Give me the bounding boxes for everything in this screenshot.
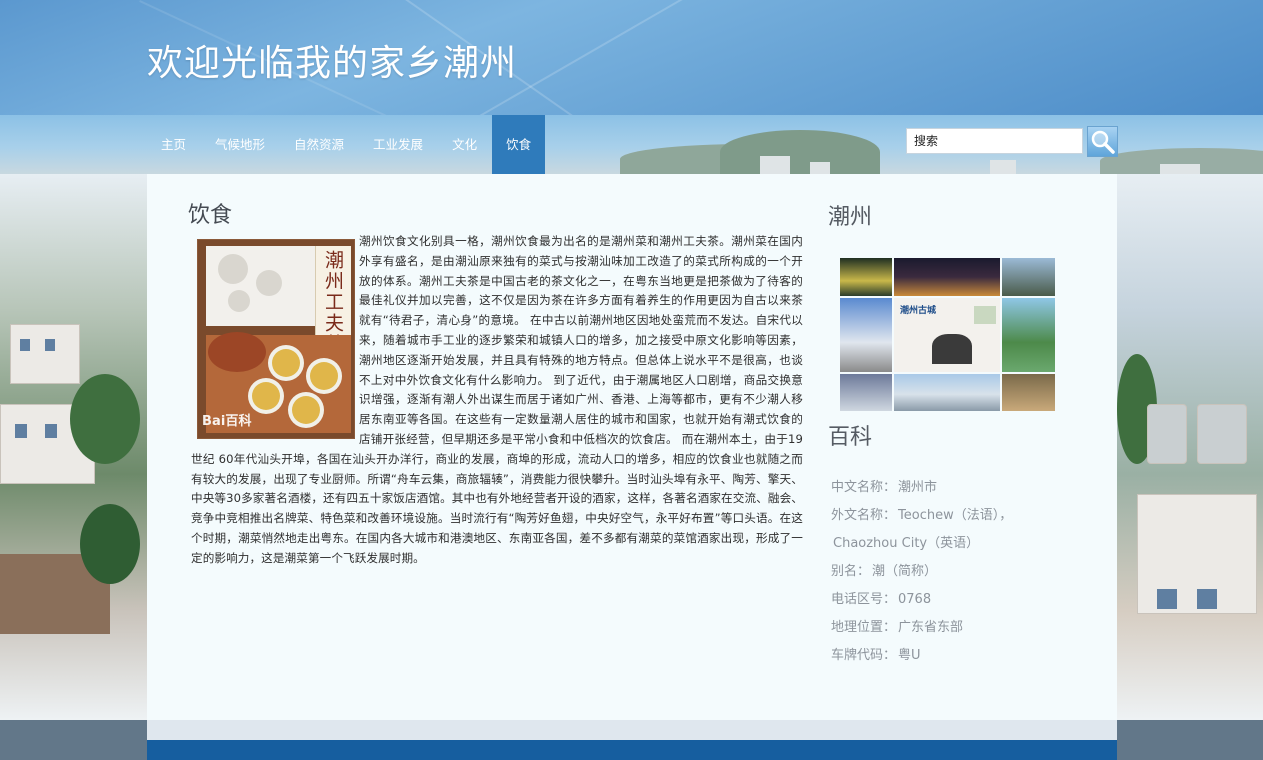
info-row-area-code: 电话区号： 0768 xyxy=(831,586,1061,614)
info-value: Chaozhou City（英语） xyxy=(833,536,980,551)
info-key: 外文名称： xyxy=(831,508,897,523)
nav-bar: 主页 气候地形 自然资源 工业发展 文化 饮食 xyxy=(0,115,1263,174)
collage-tile xyxy=(894,374,1000,411)
collage-caption: 潮州古城 xyxy=(900,306,937,316)
bg-window xyxy=(20,339,30,351)
info-row-foreign-name-cont: Chaozhou City（英语） xyxy=(831,530,1061,558)
collage-tile xyxy=(1002,298,1055,372)
site-header: 欢迎光临我的家乡潮州 xyxy=(0,0,1263,115)
nav-item-food[interactable]: 饮食 xyxy=(492,115,546,174)
bg-window xyxy=(1197,589,1217,609)
bg-building xyxy=(10,324,80,384)
info-key: 地理位置： xyxy=(831,620,897,635)
info-row-foreign-name: 外文名称： Teochew（法语）， xyxy=(831,502,1061,530)
tea-image-flower xyxy=(228,290,250,312)
tea-image: 潮州工夫茶 Bai百科 xyxy=(197,239,355,439)
baike-watermark: Bai百科 xyxy=(202,414,252,429)
search-input[interactable] xyxy=(906,128,1083,154)
nav-bg-building xyxy=(1160,164,1200,174)
collage-tile-title: 潮州古城 xyxy=(894,298,1000,372)
pagoda-shape xyxy=(932,334,972,364)
bg-tank xyxy=(1147,404,1187,464)
info-row-location: 地理位置： 广东省东部 xyxy=(831,614,1061,642)
nav-item-culture[interactable]: 文化 xyxy=(438,115,491,174)
main-nav: 主页 气候地形 自然资源 工业发展 文化 饮食 xyxy=(147,115,546,174)
bg-tank xyxy=(1197,404,1247,464)
nav-bg-building xyxy=(990,160,1016,174)
collage-inset xyxy=(974,306,996,324)
info-value: 广东省东部 xyxy=(898,620,964,635)
collage-tile xyxy=(840,258,892,296)
info-key: 中文名称： xyxy=(831,480,897,495)
nav-item-resources[interactable]: 自然资源 xyxy=(280,115,358,174)
info-row-chinese-name: 中文名称： 潮州市 xyxy=(831,474,1061,502)
bg-tree xyxy=(80,504,140,584)
article-heading: 饮食 xyxy=(188,203,233,228)
site-title: 欢迎光临我的家乡潮州 xyxy=(147,43,518,84)
info-value: 粤U xyxy=(898,648,921,663)
info-key: 电话区号： xyxy=(831,592,897,607)
teacup-icon xyxy=(268,345,304,381)
city-heading: 潮州 xyxy=(828,205,873,230)
nav-item-home[interactable]: 主页 xyxy=(147,115,200,174)
info-key: 车牌代码： xyxy=(831,648,897,663)
teacup-icon xyxy=(288,392,324,428)
article-body: 潮州工夫茶 Bai百科 潮州饮食文化别具一格，潮州饮食最为出名的是潮州菜和潮州工… xyxy=(191,232,803,569)
bg-window xyxy=(45,339,55,351)
tea-image-flower xyxy=(256,270,282,296)
bg-window xyxy=(45,424,57,438)
collage-tile xyxy=(840,374,892,411)
chaozhou-collage-image: 潮州古城 xyxy=(840,258,1055,411)
info-key: 别名： xyxy=(831,564,871,579)
bg-window xyxy=(15,424,27,438)
info-value: 潮（简称） xyxy=(872,564,938,579)
nav-bg-building xyxy=(810,162,830,174)
info-row-alias: 别名： 潮（简称） xyxy=(831,558,1061,586)
collage-tile xyxy=(1002,258,1055,296)
footer-bar xyxy=(147,740,1117,760)
magnifier-icon xyxy=(1091,130,1115,154)
nav-item-industry[interactable]: 工业发展 xyxy=(359,115,437,174)
teapot-icon xyxy=(208,332,266,372)
info-row-plate-code: 车牌代码： 粤U xyxy=(831,642,1061,670)
nav-bg-hill xyxy=(720,130,880,174)
collage-tile xyxy=(840,298,892,372)
tea-image-flower xyxy=(218,254,248,284)
baike-heading: 百科 xyxy=(828,425,873,450)
baike-infobox: 中文名称： 潮州市 外文名称： Teochew（法语）， Chaozhou City… xyxy=(831,474,1061,670)
collage-tile xyxy=(1002,374,1055,411)
info-value: 潮州市 xyxy=(898,480,938,495)
nav-bg-building xyxy=(760,156,790,174)
info-value: Teochew（法语）， xyxy=(898,508,1013,523)
search-button[interactable] xyxy=(1087,126,1118,157)
teacup-icon xyxy=(248,378,284,414)
footer-inner xyxy=(147,720,1117,740)
bg-tree xyxy=(70,374,140,464)
bg-window xyxy=(1157,589,1177,609)
nav-item-climate[interactable]: 气候地形 xyxy=(201,115,279,174)
background-scenery-right xyxy=(1117,174,1263,720)
collage-tile xyxy=(894,258,1000,296)
background-scenery-left xyxy=(0,174,147,720)
teacup-icon xyxy=(306,358,342,394)
info-value: 0768 xyxy=(898,592,932,607)
